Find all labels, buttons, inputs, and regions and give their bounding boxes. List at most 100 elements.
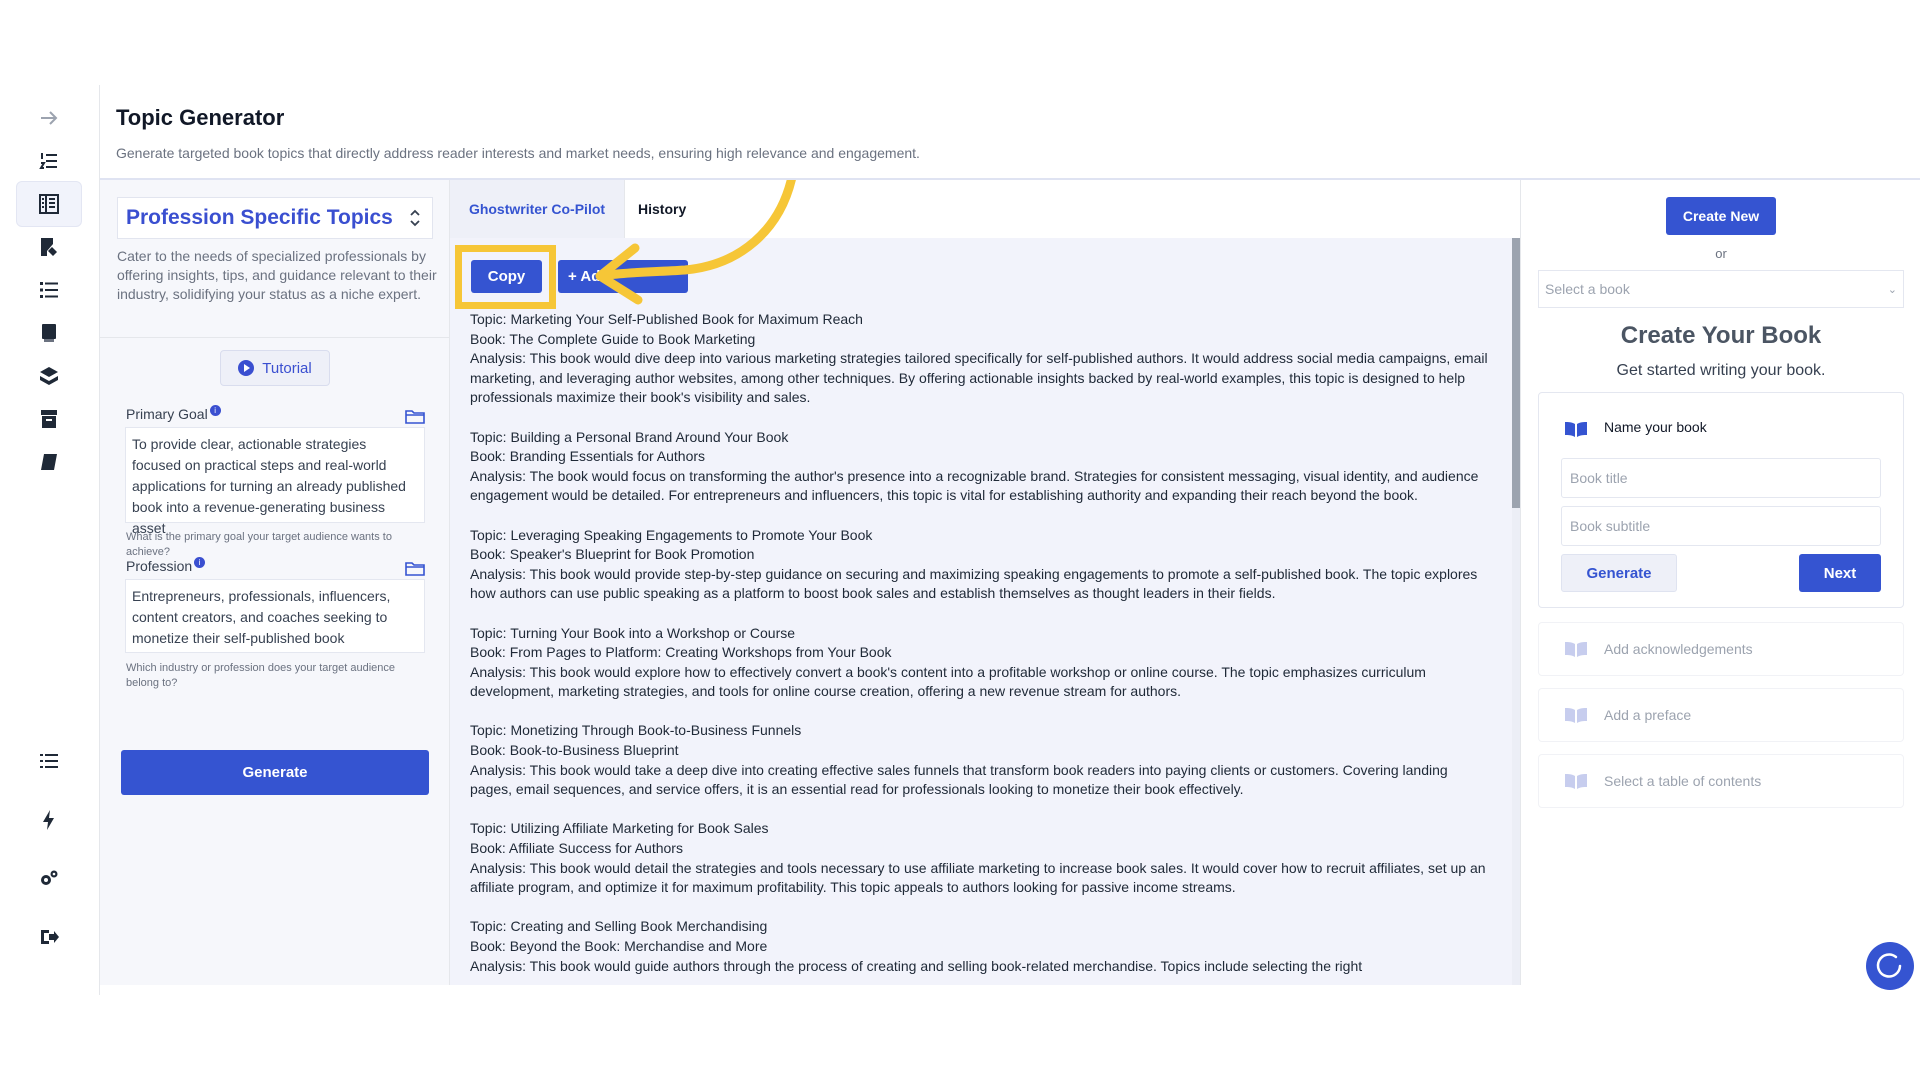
entry-analysis: Analysis: The book would focus on transf… <box>470 467 1479 504</box>
logout-icon[interactable] <box>16 914 82 960</box>
entry-topic: Topic: Marketing Your Self-Published Boo… <box>470 311 863 327</box>
primary-goal-field[interactable]: To provide clear, actionable strategies … <box>125 427 425 536</box>
topic-entry: Topic: Marketing Your Self-Published Boo… <box>470 310 1490 408</box>
step-label: Add acknowledgements <box>1604 641 1753 657</box>
list-icon[interactable] <box>16 738 82 784</box>
page-subtitle: Generate targeted book topics that direc… <box>116 145 920 161</box>
profession-label-text: Profession <box>126 558 193 574</box>
create-new-button[interactable]: Create New <box>1666 197 1776 235</box>
app-root: Topic Generator Generate targeted book t… <box>0 0 1920 1080</box>
generate-title-button[interactable]: Generate <box>1561 554 1677 592</box>
step-add-acknowledgements[interactable]: Add acknowledgements <box>1538 622 1904 676</box>
books-icon[interactable] <box>16 353 82 399</box>
notebook-icon[interactable] <box>16 439 82 485</box>
profession-label: Profession i <box>126 556 206 574</box>
or-text: or <box>1715 246 1727 261</box>
open-book-icon <box>1565 642 1587 657</box>
open-book-icon <box>1565 422 1587 437</box>
page-header: Topic Generator Generate targeted book t… <box>100 85 1920 180</box>
entry-analysis: Analysis: This book would take a deep di… <box>470 761 1448 798</box>
entry-topic: Topic: Leveraging Speaking Engagements t… <box>470 526 873 543</box>
entry-topic: Topic: Utilizing Affiliate Marketing for… <box>470 820 769 837</box>
entry-topic: Topic: Building a Personal Brand Around … <box>470 428 789 445</box>
step-label: Add a preface <box>1604 707 1692 723</box>
entry-book: Book: Branding Essentials for Authors <box>470 448 706 465</box>
entry-book: Book: The Complete Guide to Book Marketi… <box>470 330 756 347</box>
primary-goal-label: Primary Goal i <box>126 404 221 422</box>
tutorial-button[interactable]: Tutorial <box>220 350 330 386</box>
name-your-book-label: Name your book <box>1604 419 1707 435</box>
topic-description: Cater to the needs of specialized profes… <box>117 248 437 302</box>
open-book-icon <box>1565 774 1587 789</box>
topic-type-select[interactable]: Profession Specific Topics <box>117 197 433 239</box>
entry-analysis: Analysis: This book would dive deep into… <box>470 350 1488 406</box>
entry-topic: Topic: Turning Your Book into a Workshop… <box>470 624 796 641</box>
book-title-input[interactable]: Book title <box>1561 458 1881 498</box>
copy-button[interactable]: Copy <box>471 260 542 293</box>
primary-goal-label-text: Primary Goal <box>126 406 208 422</box>
entry-analysis: Analysis: This book would guide authors … <box>470 957 1363 974</box>
expand-arrow-icon[interactable] <box>16 95 82 141</box>
book-subtitle-input[interactable]: Book subtitle <box>1561 506 1881 546</box>
entry-book: Book: Beyond the Book: Merchandise and M… <box>470 938 768 954</box>
topic-entries: Topic: Marketing Your Self-Published Boo… <box>470 310 1490 985</box>
chevron-up-down-icon <box>410 209 420 227</box>
select-book-placeholder: Select a book <box>1545 281 1630 297</box>
step-add-preface[interactable]: Add a preface <box>1538 688 1904 742</box>
info-icon[interactable]: i <box>209 404 221 416</box>
name-book-card: Name your book Book title Book subtitle … <box>1538 392 1904 608</box>
topic-entry: Topic: Building a Personal Brand Around … <box>470 428 1490 506</box>
tab-history[interactable]: History <box>638 180 686 238</box>
icon-rail <box>0 85 100 995</box>
play-icon <box>238 360 255 376</box>
entry-book: Book: Book-to-Business Blueprint <box>470 742 679 759</box>
topic-entry: Topic: Creating and Selling Book Merchan… <box>470 917 1490 976</box>
folder-icon[interactable] <box>405 560 425 576</box>
info-icon[interactable]: i <box>194 556 206 568</box>
page-title: Topic Generator <box>116 105 285 130</box>
help-chat-button[interactable] <box>1866 942 1914 990</box>
divider <box>100 337 450 338</box>
settings-gears-icon[interactable] <box>16 856 82 902</box>
edit-document-icon[interactable] <box>16 224 82 270</box>
checklist-icon[interactable] <box>16 267 82 313</box>
chat-icon <box>1876 953 1902 978</box>
step-label: Select a table of contents <box>1604 773 1762 789</box>
profession-help: Which industry or profession does your t… <box>126 662 396 689</box>
entry-analysis: Analysis: This book would provide step-b… <box>470 565 1478 602</box>
tab-ghostwriter-co-pilot[interactable]: Ghostwriter Co-Pilot <box>450 180 625 238</box>
folder-icon[interactable] <box>405 408 425 424</box>
archive-icon[interactable] <box>16 396 82 442</box>
chevron-down-icon: ⌄ <box>1887 284 1897 296</box>
primary-goal-help: What is the primary goal your target aud… <box>126 531 392 558</box>
topic-entry: Topic: Monetizing Through Book-to-Busine… <box>470 721 1490 799</box>
create-your-book-title: Create Your Book <box>1620 322 1822 349</box>
lightning-icon[interactable] <box>16 797 82 843</box>
topic-form-panel: Profession Specific Topics Cater to the … <box>100 180 450 985</box>
topic-entry: Topic: Turning Your Book into a Workshop… <box>470 624 1490 702</box>
book-stack-icon[interactable] <box>16 310 82 356</box>
next-button[interactable]: Next <box>1799 554 1881 592</box>
entry-book: Book: From Pages to Platform: Creating W… <box>470 644 892 661</box>
create-book-panel: Create New or Select a book ⌄ Create You… <box>1520 180 1920 985</box>
add-button[interactable]: + Add <box>558 260 688 293</box>
entry-book: Book: Affiliate Success for Authors <box>470 840 683 857</box>
results-body: Copy + Add Topic: Marketing Your Self-Pu… <box>450 238 1520 985</box>
scrollbar-thumb[interactable] <box>1512 238 1520 508</box>
open-book-icon <box>1565 708 1587 723</box>
results-panel: Ghostwriter Co-Pilot History Copy + Add … <box>450 180 1520 985</box>
profession-field[interactable]: Entrepreneurs, professionals, influencer… <box>125 579 425 653</box>
topic-entry: Topic: Utilizing Affiliate Marketing for… <box>470 819 1490 897</box>
entry-topic: Topic: Creating and Selling Book Merchan… <box>470 918 768 935</box>
results-tabs: Ghostwriter Co-Pilot History <box>450 180 1520 238</box>
entry-topic: Topic: Monetizing Through Book-to-Busine… <box>470 722 802 739</box>
topic-type-label: Profession Specific Topics <box>126 206 393 229</box>
select-book-dropdown[interactable]: Select a book ⌄ <box>1538 270 1904 308</box>
topic-entry: Topic: Leveraging Speaking Engagements t… <box>470 526 1490 604</box>
entry-analysis: Analysis: This book would detail the str… <box>470 859 1486 896</box>
create-your-book-subtitle: Get started writing your book. <box>1616 362 1826 379</box>
topic-generator-icon[interactable] <box>16 181 82 227</box>
generate-button[interactable]: Generate <box>121 750 429 795</box>
step-table-of-contents[interactable]: Select a table of contents <box>1538 754 1904 808</box>
ordered-list-icon[interactable] <box>16 138 82 184</box>
